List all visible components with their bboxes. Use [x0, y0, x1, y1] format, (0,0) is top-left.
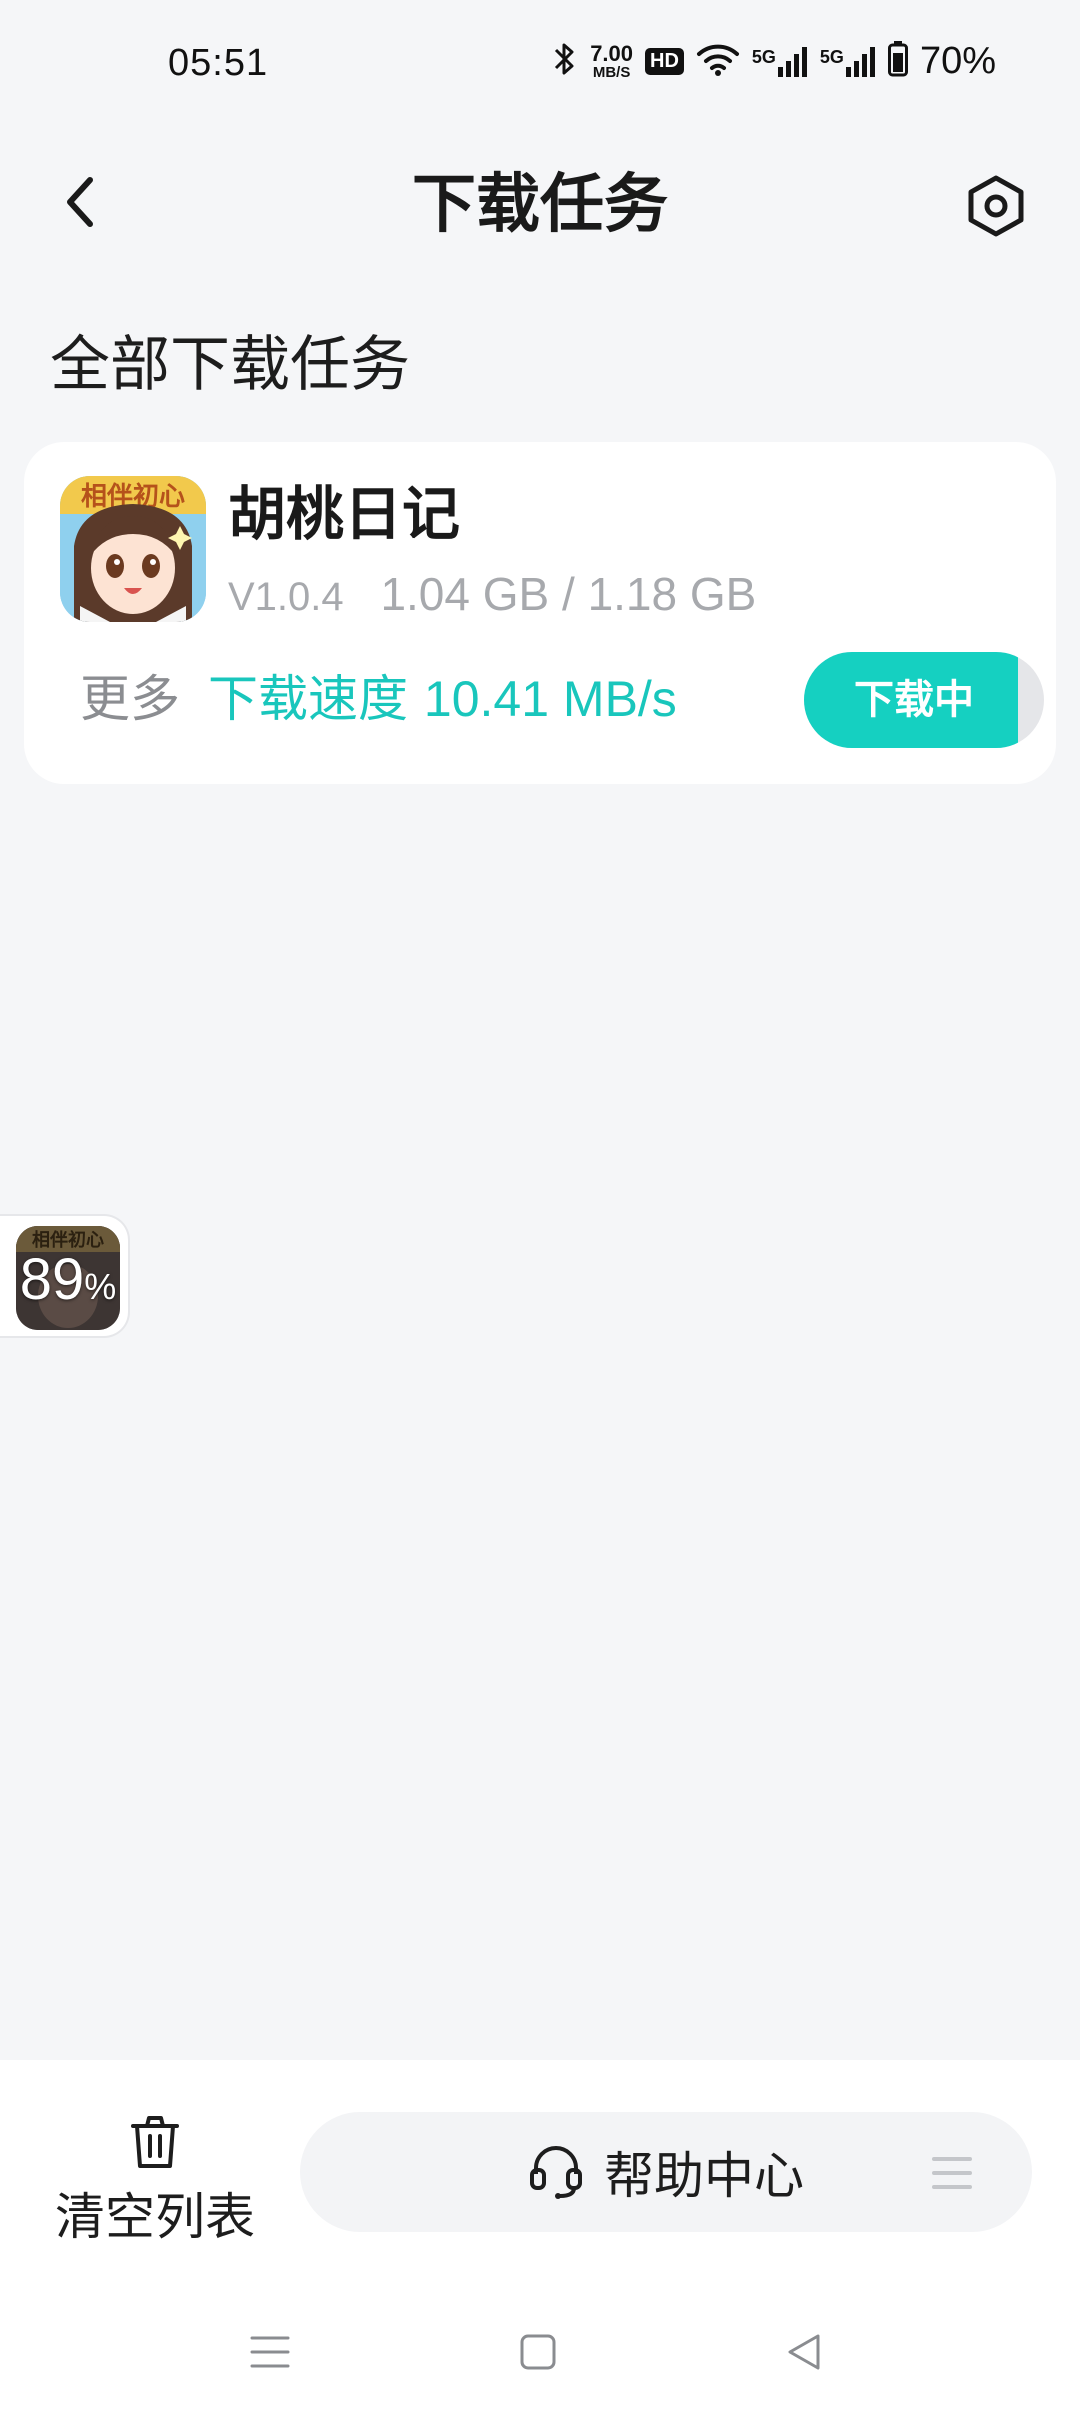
status-time: 05:51: [168, 42, 269, 84]
top-bar: 下载任务: [0, 150, 1080, 260]
bluetooth-icon: [552, 41, 578, 82]
downloading-label: 下载中: [854, 677, 974, 723]
app-name: 胡桃日记: [228, 480, 461, 548]
nav-recents-button[interactable]: [240, 2324, 300, 2384]
page-title: 下载任务: [412, 168, 668, 242]
signal-5g-icon: 5G: [752, 46, 808, 77]
size-separator: /: [562, 568, 575, 620]
section-title: 全部下载任务: [50, 330, 410, 400]
net-speed: 7.00 MB/S: [590, 41, 634, 81]
download-speed: 下载速度 10.41 MB/s: [208, 664, 677, 734]
floating-app-icon: 相伴初心 89%: [16, 1226, 120, 1330]
clear-list-label: 清空列表: [55, 2188, 255, 2246]
downloaded-size: 1.04 GB: [380, 568, 550, 620]
app-meta: V1.0.4 1.04 GB / 1.18 GB: [228, 562, 756, 629]
menu-lines-icon: [932, 2156, 972, 2194]
home-square-icon: [518, 2332, 558, 2376]
settings-button[interactable]: [956, 168, 1036, 248]
nav-back-button[interactable]: [774, 2324, 834, 2384]
hd-icon: HD: [645, 48, 684, 75]
status-icons: 7.00 MB/S HD 5G 5G 70%: [552, 40, 996, 83]
wifi-icon: [696, 42, 740, 81]
app-version: V1.0.4: [228, 575, 344, 619]
back-triangle-icon: [784, 2332, 824, 2376]
floating-percent: 89%: [19, 1247, 117, 1312]
battery-icon: [887, 41, 908, 82]
system-nav-bar: [0, 2300, 1080, 2412]
headset-icon: [528, 2140, 584, 2204]
status-bar: 05:51 7.00 MB/S HD 5G 5G 70%: [0, 0, 1080, 130]
download-task-card[interactable]: 相伴初心 胡桃日记 V1.0.4 1.04 GB / 1.18 GB 更多 下载…: [24, 442, 1056, 784]
more-link[interactable]: 更多: [80, 664, 180, 734]
trash-icon: [125, 2116, 185, 2176]
help-center-label: 帮助中心: [604, 2147, 804, 2205]
recents-lines-icon: [250, 2334, 290, 2374]
clear-list-button[interactable]: 清空列表: [50, 2112, 260, 2292]
net-speed-unit: MB/S: [592, 64, 631, 81]
floating-progress-bubble[interactable]: 相伴初心 89%: [0, 1214, 130, 1338]
signal-5g-icon-2: 5G: [820, 46, 876, 77]
speed-label: 下载速度: [208, 670, 408, 728]
net-speed-value: 7.00: [590, 41, 634, 66]
total-size: 1.18 GB: [587, 568, 757, 620]
app-icon: 相伴初心: [60, 476, 206, 622]
downloading-button[interactable]: 下载中: [804, 652, 1044, 748]
nav-home-button[interactable]: [508, 2324, 568, 2384]
battery-percent: 70%: [919, 40, 996, 82]
help-center-button[interactable]: 帮助中心: [300, 2112, 1032, 2232]
speed-value: 10.41 MB/s: [423, 671, 677, 727]
hexagon-settings-icon: [966, 174, 1026, 242]
